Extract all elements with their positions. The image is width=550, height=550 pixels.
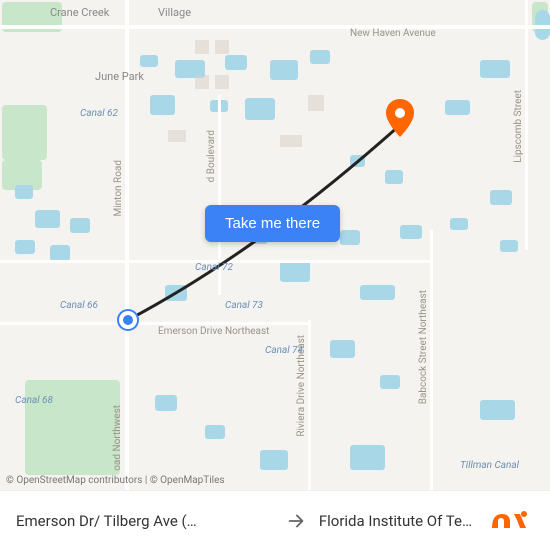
map-background — [0, 0, 550, 490]
map-attribution: © OpenStreetMap contributors | © OpenMap… — [6, 475, 225, 486]
canal-label: Canal 73 — [225, 300, 263, 311]
road-label: Emerson Drive Northeast — [158, 326, 269, 337]
moovit-logo-icon[interactable] — [484, 506, 534, 536]
take-me-there-button[interactable]: Take me there — [205, 205, 340, 242]
canal-label: Canal 72 — [195, 262, 233, 273]
place-label: Crane Creek — [50, 6, 109, 19]
canal-label: Canal 74 — [265, 345, 303, 356]
origin-label[interactable]: Emerson Dr/ Tilberg Ave (… — [16, 512, 273, 530]
canal-label: Canal 68 — [15, 395, 53, 406]
road-label: Lipscomb Street — [513, 90, 524, 163]
canal-label: Canal 62 — [80, 108, 118, 119]
arrow-right-icon — [285, 510, 307, 532]
destination-marker[interactable] — [386, 99, 414, 141]
map-viewport[interactable]: Crane Creek Village June Park New Haven … — [0, 0, 550, 490]
road-label: Minton Road — [113, 160, 124, 217]
canal-label: Canal 66 — [60, 300, 98, 311]
place-label: June Park — [95, 70, 144, 83]
road-label: New Haven Avenue — [350, 28, 436, 39]
destination-label[interactable]: Florida Institute Of Te… — [319, 512, 472, 530]
road-label: Babcock Street Northeast — [418, 290, 429, 404]
canal-label: Tillman Canal — [460, 460, 519, 471]
place-label: Village — [158, 6, 191, 19]
road-label: oad Northwest — [112, 405, 123, 471]
route-summary-bar: Emerson Dr/ Tilberg Ave (… Florida Insti… — [0, 490, 550, 550]
road-label: d Boulevard — [206, 130, 217, 182]
origin-marker[interactable] — [119, 311, 137, 329]
